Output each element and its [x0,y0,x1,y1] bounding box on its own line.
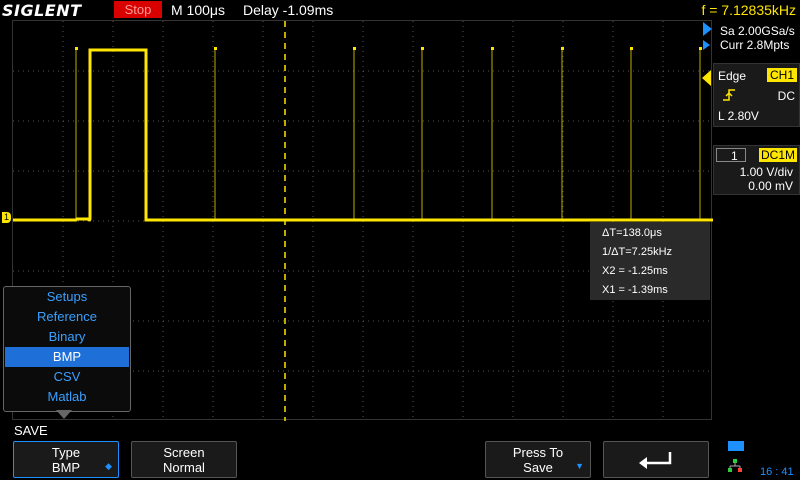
popup-item-reference[interactable]: Reference [4,307,130,327]
channel-coupling: DC1M [758,148,797,162]
rising-edge-icon [723,89,735,101]
frequency-counter: f = 7.12835kHz [701,2,796,18]
run-stop-indicator[interactable]: Stop [114,1,162,18]
type-popup-menu: Setups Reference Binary BMP CSV Matlab [3,286,131,412]
trigger-source: CH1 [766,68,797,82]
popup-item-bmp[interactable]: BMP [5,347,129,367]
clock: 16 : 41 [760,466,794,478]
type-value: BMP [51,460,81,475]
popup-item-binary[interactable]: Binary [4,327,130,347]
brand-logo: SIGLENT [2,1,82,20]
network-icon [728,459,742,472]
type-label: Type [51,445,81,460]
channel-number: 1 [716,148,746,163]
screen-value: Normal [163,460,205,475]
type-softkey[interactable]: Type BMP ◆ [13,441,119,478]
cursor-x1: X1 = -1.39ms [602,284,668,296]
menu-title: SAVE [14,423,48,438]
trigger-position-arrow-icon [703,22,712,36]
channel-volts-per-div: 1.00 V/div [739,165,793,179]
system-status: 16 : 41 [724,441,800,478]
cursor-x2: X2 = -1.25ms [602,265,668,277]
trigger-level-arrow-icon [702,70,711,86]
knob-select-icon: ◆ [105,461,112,471]
chevron-down-icon: ▼ [575,461,584,471]
popup-item-csv[interactable]: CSV [4,367,130,387]
trigger-type: Edge [718,69,747,83]
trigger-level: L 2.80V [718,109,759,123]
delta-t: ΔT=138.0μs [602,227,662,239]
battery-icon [728,441,744,451]
delay-readout[interactable]: Delay -1.09ms [243,2,333,18]
screen-label: Screen [163,445,205,460]
press-to-label: Press To [512,445,564,460]
trigger-delay-arrow-icon [703,40,710,50]
screen-softkey[interactable]: Screen Normal [131,441,237,478]
ch1-trace [13,48,713,222]
ch1-ground-marker[interactable]: 1 [2,212,11,223]
timebase-readout[interactable]: M 100μs [171,2,225,18]
acquisition-info: Sa 2.00GSa/s Curr 2.8Mpts [720,24,795,52]
popup-item-setups[interactable]: Setups [4,287,130,307]
cursor-measurement-box: ΔT=138.0μs 1/ΔT=7.25kHz X2 = -1.25ms X1 … [590,222,710,300]
back-softkey[interactable] [603,441,709,478]
trigger-panel[interactable]: Edge CH1 DC L 2.80V [713,63,800,127]
channel1-panel[interactable]: 1 DC1M 1.00 V/div 0.00 mV [713,145,800,195]
spike-dots [75,47,702,50]
press-to-save-softkey[interactable]: Press To Save ▼ [485,441,591,478]
top-status-bar: SIGLENT Stop M 100μs Delay -1.09ms f = 7… [0,0,800,20]
popup-item-matlab[interactable]: Matlab [4,387,130,407]
memory-depth: Curr 2.8Mpts [720,38,790,52]
channel-offset: 0.00 mV [748,179,793,193]
return-arrow-icon [639,452,672,469]
sample-rate: Sa 2.00GSa/s [720,24,795,38]
pulse-spikes [75,49,701,220]
trigger-coupling: DC [777,89,795,103]
popup-pointer [56,410,72,419]
inverse-delta-t: 1/ΔT=7.25kHz [602,246,673,258]
